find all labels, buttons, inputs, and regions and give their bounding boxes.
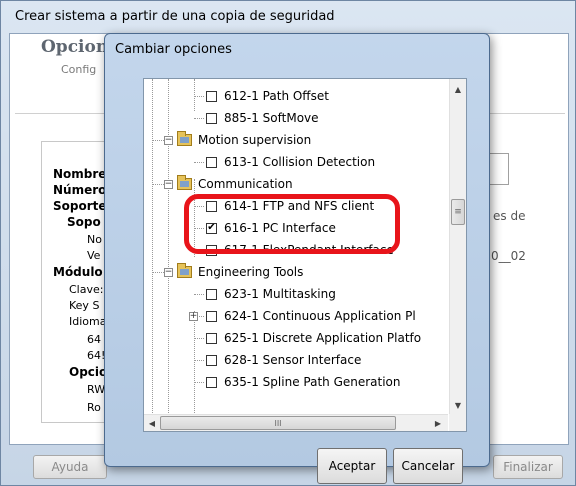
dialog-title: Cambiar opciones [115, 42, 232, 57]
summary-label: Soporte [53, 199, 107, 213]
scroll-up-arrow[interactable]: ▲ [450, 81, 466, 97]
checkbox[interactable] [206, 156, 217, 168]
summary-label: Opcio [69, 365, 108, 379]
tree-connector [194, 162, 204, 163]
tree-connector [194, 294, 204, 295]
accept-button[interactable]: Aceptar [317, 448, 387, 484]
window-title: Crear sistema a partir de una copia de s… [15, 9, 335, 24]
summary-label: Ro [87, 401, 101, 414]
collapse-toggle-icon[interactable]: − [164, 267, 173, 277]
help-button[interactable]: Ayuda [33, 455, 107, 479]
summary-label: Nombre [53, 167, 107, 181]
tree-option[interactable]: 613-1 Collision Detection [206, 151, 375, 173]
tree-connector [152, 140, 164, 141]
highlight-annotation [184, 194, 400, 254]
tree-option-label: 635-1 Spline Path Generation [224, 375, 401, 389]
folder-icon [177, 175, 192, 190]
checkbox[interactable] [206, 288, 217, 300]
tree-connector [194, 338, 204, 339]
tree-option-label: 613-1 Collision Detection [224, 155, 376, 169]
tree-option-label: 624-1 Continuous Application Pl [224, 309, 416, 323]
tree-connector [152, 272, 164, 273]
tree-connector [194, 382, 204, 383]
tree-connector [194, 360, 204, 361]
tree-group[interactable]: − Communication [164, 173, 293, 195]
summary-label: RW [87, 383, 106, 396]
horizontal-scroll-thumb[interactable]: III [160, 416, 396, 430]
tree-connector [194, 118, 204, 119]
tree-group[interactable]: − Engineering Tools [164, 261, 303, 283]
scroll-left-arrow[interactable]: ◀ [144, 415, 160, 431]
tree-group-label: Motion supervision [198, 133, 312, 147]
summary-label: Sopo [67, 215, 101, 229]
scroll-corner [449, 414, 466, 431]
folder-icon [177, 131, 192, 146]
tree-group-label: Communication [198, 177, 293, 191]
tree-option-label: 628-1 Sensor Interface [224, 353, 362, 367]
checkbox[interactable] [206, 354, 217, 366]
tree-option[interactable]: 635-1 Spline Path Generation [206, 371, 401, 393]
tree-guide-group3 [194, 311, 195, 415]
options-subheading: Config [61, 63, 97, 76]
tree-option[interactable]: 625-1 Discrete Application Platfo [206, 327, 421, 349]
summary-label: Clave: [69, 283, 104, 296]
tree-guide-root [152, 79, 153, 415]
checkbox[interactable] [206, 310, 217, 322]
options-heading: Opcion [41, 37, 109, 57]
summary-label: Módulo [53, 265, 103, 279]
summary-label: 64! [87, 349, 106, 362]
tree-connector [194, 96, 204, 97]
scroll-right-arrow[interactable]: ▶ [430, 415, 446, 431]
tree-option-label: 612-1 Path Offset [224, 89, 329, 103]
summary-label: 64 [87, 333, 101, 346]
summary-label: No [87, 233, 102, 246]
vertical-scrollbar[interactable]: ▲ ≡ ▼ [449, 79, 466, 415]
tree-connector [152, 184, 164, 185]
tree-option[interactable]: 628-1 Sensor Interface [206, 349, 361, 371]
checkbox[interactable] [206, 376, 217, 388]
cancel-button[interactable]: Cancelar [393, 448, 463, 484]
tree-option-label: 623-1 Multitasking [224, 287, 336, 301]
checkbox[interactable] [206, 112, 217, 124]
checkbox[interactable] [206, 90, 217, 102]
summary-label: Idioma [69, 315, 107, 328]
scroll-down-arrow[interactable]: ▼ [450, 397, 466, 413]
tree-group[interactable]: − Motion supervision [164, 129, 311, 151]
summary-label: Número [53, 183, 107, 197]
collapse-toggle-icon[interactable]: − [164, 135, 173, 145]
collapse-toggle-icon[interactable]: − [164, 179, 173, 189]
tree-option[interactable]: 885-1 SoftMove [206, 107, 319, 129]
expand-toggle-icon[interactable]: + [189, 311, 198, 321]
side-version-text: 0__02 [491, 249, 526, 263]
folder-icon [177, 263, 192, 278]
name-field[interactable] [487, 153, 509, 185]
finish-button[interactable]: Finalizar [493, 455, 563, 479]
horizontal-scrollbar[interactable]: ◀ III ▶ [144, 414, 448, 431]
tree-option[interactable]: 623-1 Multitasking [206, 283, 336, 305]
tree-option-label: 625-1 Discrete Application Platfo [224, 331, 422, 345]
vertical-scroll-thumb[interactable]: ≡ [451, 199, 465, 225]
tree-option-label: 885-1 SoftMove [224, 111, 319, 125]
summary-label: Key S [69, 299, 100, 312]
tree-option[interactable]: 612-1 Path Offset [206, 85, 329, 107]
tree-option[interactable]: +624-1 Continuous Application Pl [189, 305, 416, 327]
tree-group-label: Engineering Tools [198, 265, 304, 279]
summary-label: Ve [87, 249, 101, 262]
tree-guide-group1 [194, 79, 195, 111]
options-tree[interactable]: 612-1 Path Offset 885-1 SoftMove − Motion s… [143, 78, 467, 432]
checkbox[interactable] [206, 332, 217, 344]
side-text: es de [493, 209, 526, 223]
